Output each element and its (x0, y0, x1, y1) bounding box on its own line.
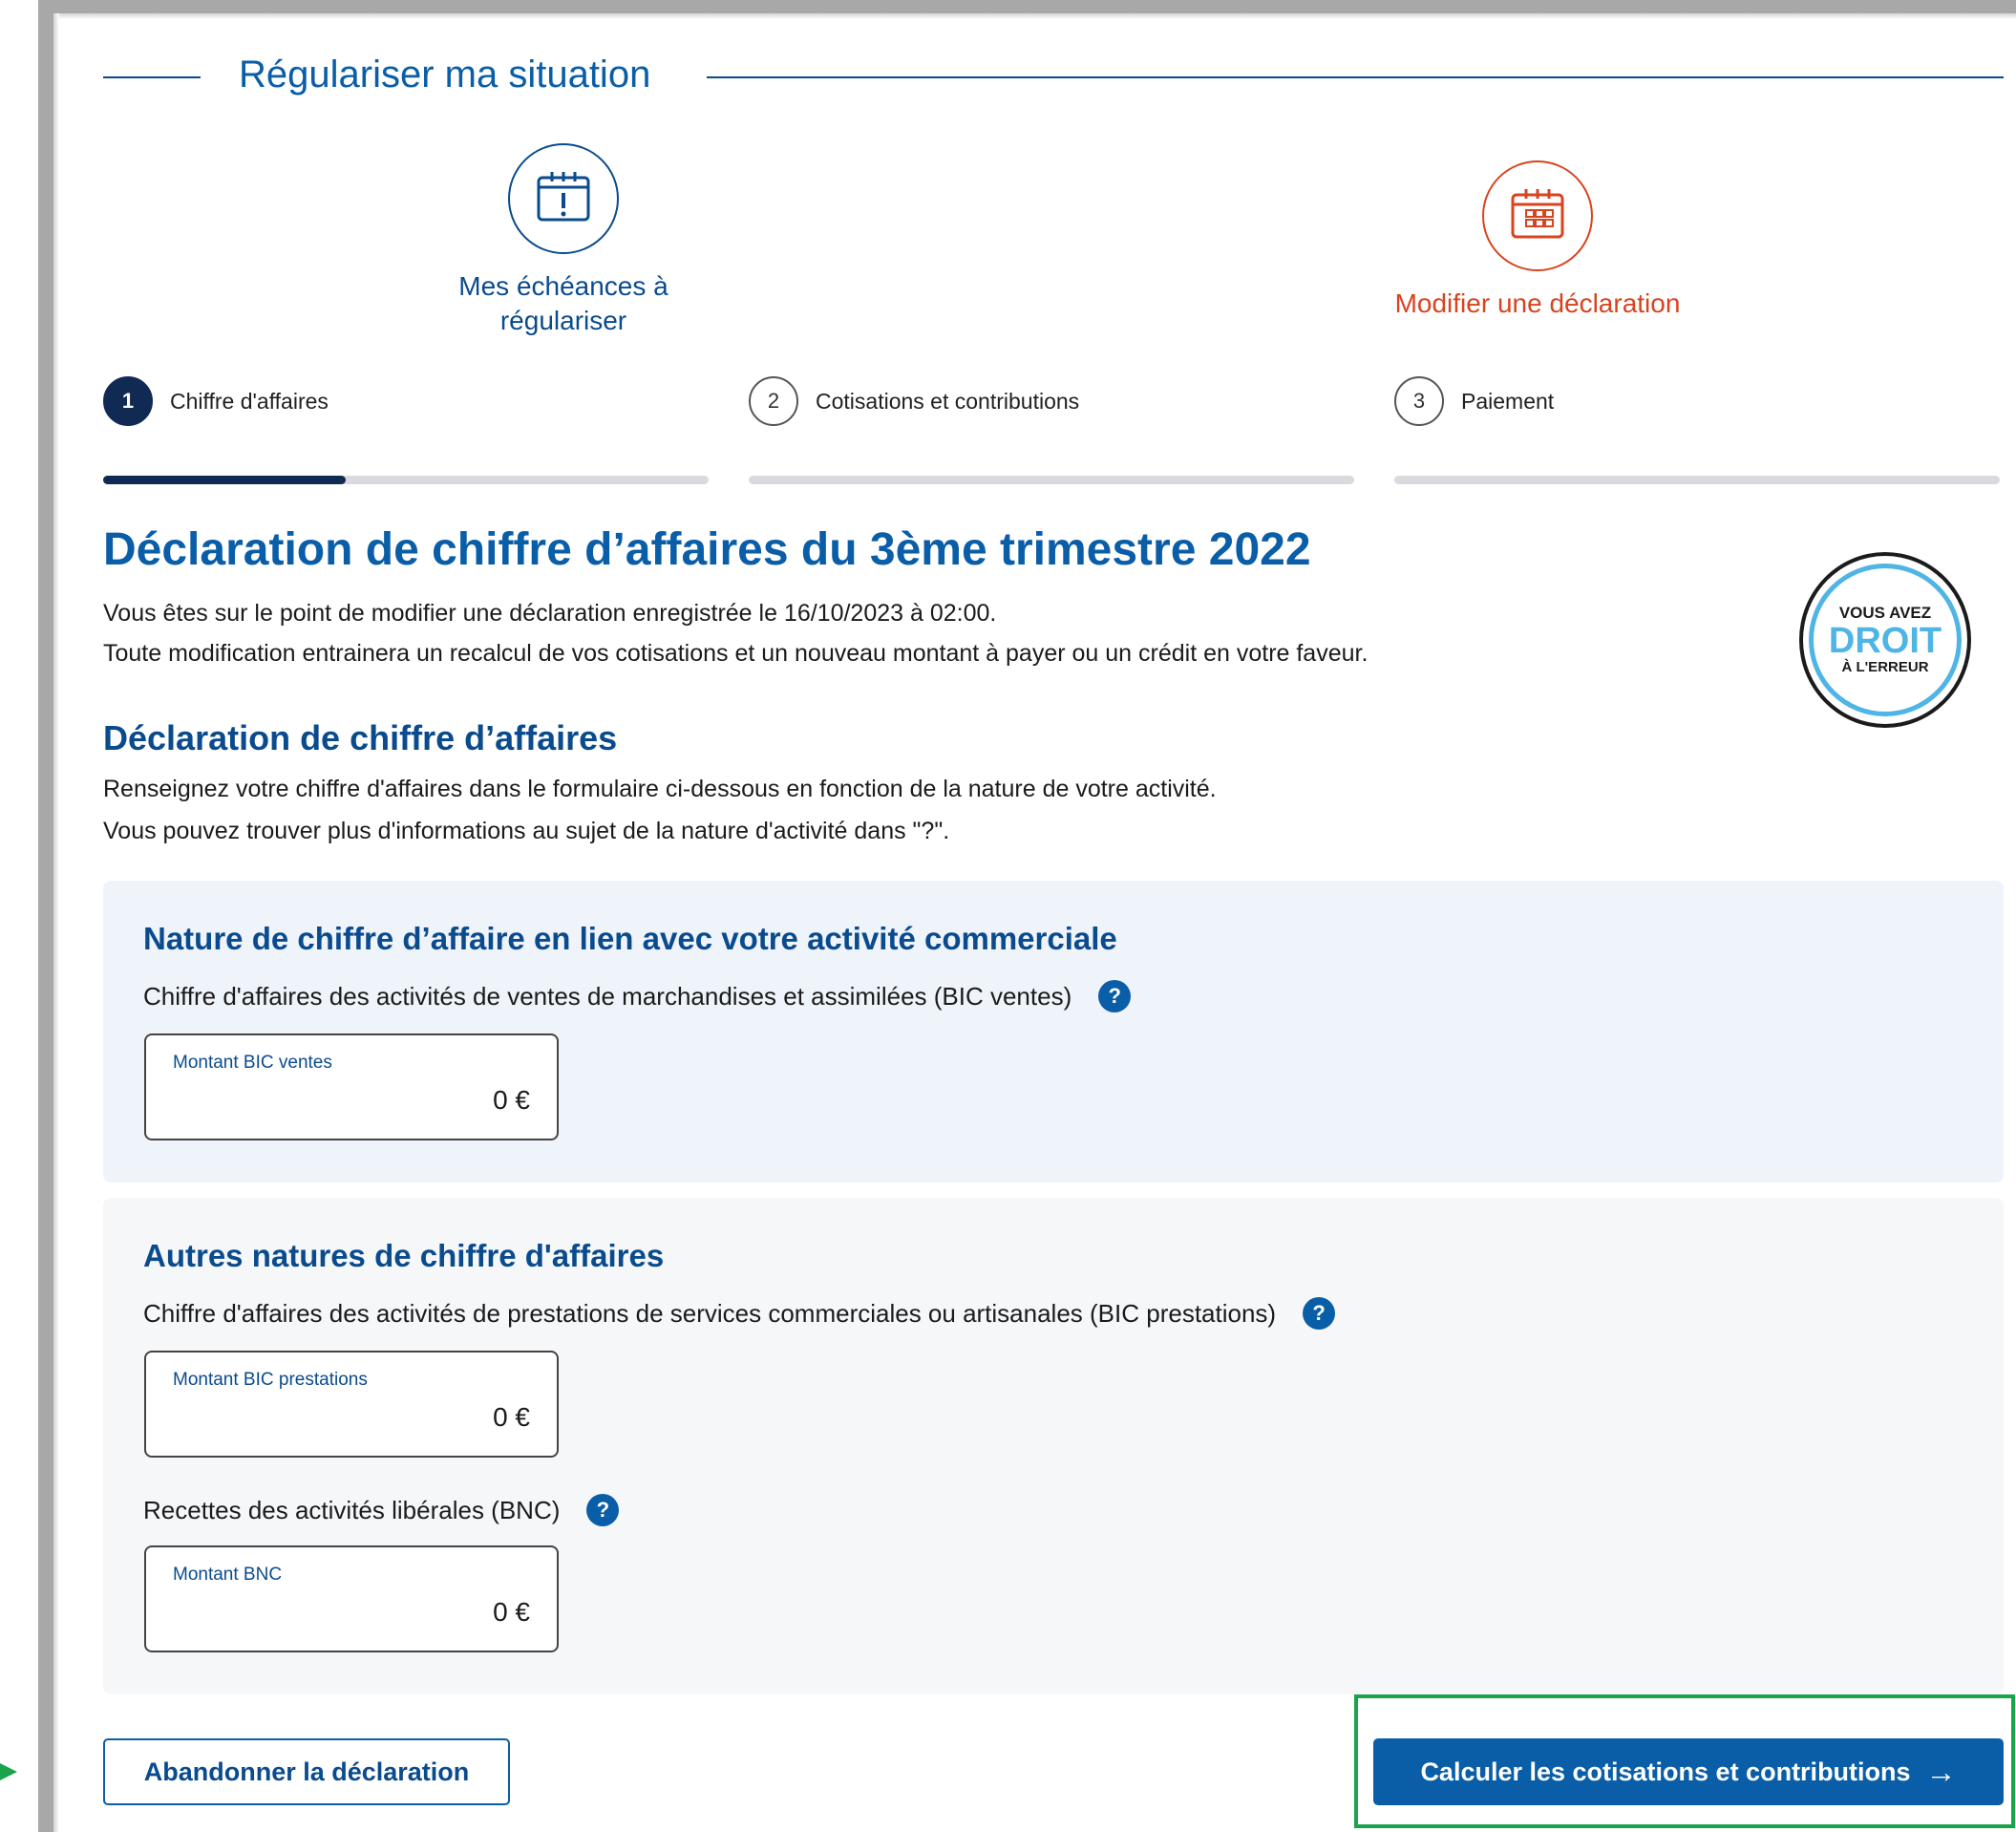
green-pointer-arrow-icon (0, 1763, 36, 1780)
section-header-line-right (707, 76, 2004, 78)
panel-title: Nature de chiffre d’affaire en lien avec… (143, 921, 1117, 956)
help-icon[interactable]: ? (1098, 980, 1132, 1012)
droit-erreur-badge: VOUS AVEZ DROIT À L'ERREUR (1799, 552, 1971, 728)
choice-label: Mes échéances à régulariser (458, 271, 668, 335)
step-paiement: 3 Paiement (1394, 376, 1554, 426)
panel-title: Autres natures de chiffre d'affaires (143, 1238, 665, 1273)
section-header: Régulariser ma situation (103, 46, 2004, 107)
page-title: Déclaration de chiffre d’affaires du 3èm… (103, 524, 1311, 575)
bic-ventes-input[interactable]: Montant BIC ventes 0 € (144, 1033, 559, 1140)
help-icon[interactable]: ? (586, 1494, 620, 1526)
badge-line-3: À L'ERREUR (1841, 659, 1929, 675)
help-icon[interactable]: ? (1303, 1297, 1336, 1330)
subintro-line-1: Renseignez votre chiffre d'affaires dans… (103, 776, 1217, 802)
input-label: Montant BIC ventes (173, 1053, 332, 1073)
progress-bar-step-3 (1394, 476, 2000, 484)
arrow-right-icon: → (1925, 1754, 1957, 1789)
intro-line-2: Toute modification entrainera un recalcu… (103, 640, 1369, 667)
step-label: Chiffre d'affaires (170, 388, 329, 414)
step-number: 2 (749, 376, 798, 426)
button-label: Calculer les cotisations et contribution… (1420, 1757, 1911, 1786)
panel-autres-natures: Autres natures de chiffre d'affaires Chi… (103, 1198, 2004, 1694)
choice-mes-echeances[interactable]: Mes échéances à régulariser (447, 143, 680, 338)
subintro-line-2: Vous pouvez trouver plus d'informations … (103, 818, 950, 844)
input-label: Montant BNC (173, 1565, 283, 1585)
section-subtitle: Déclaration de chiffre d’affaires (103, 718, 618, 757)
input-label: Montant BIC prestations (173, 1370, 368, 1390)
section-header-line-left (103, 76, 201, 78)
step-label: Cotisations et contributions (816, 388, 1080, 414)
badge-line-2: DROIT (1828, 621, 1942, 661)
progress-bar-fill (103, 476, 346, 484)
abandon-declaration-button[interactable]: Abandonner la déclaration (103, 1738, 510, 1805)
input-value: 0 € (493, 1597, 530, 1627)
panel-activite-commerciale: Nature de chiffre d’affaire en lien avec… (103, 881, 2004, 1182)
bnc-input[interactable]: Montant BNC 0 € (144, 1545, 559, 1652)
field-label-bic-prestations: Chiffre d'affaires des activités de pres… (143, 1297, 1336, 1330)
choice-label: Modifier une déclaration (1394, 288, 1681, 318)
field-label-text: Chiffre d'affaires des activités de pres… (143, 1298, 1277, 1328)
field-label-bic-ventes: Chiffre d'affaires des activités de vent… (143, 980, 1132, 1012)
choice-icon-circle (508, 143, 619, 254)
progress-bar-step-2 (749, 476, 1354, 484)
field-label-text: Recettes des activités libérales (BNC) (143, 1495, 561, 1524)
progress-bar-step-1 (103, 476, 709, 484)
field-label-text: Chiffre d'affaires des activités de vent… (143, 981, 1072, 1011)
intro-line-1: Vous êtes sur le point de modifier une d… (103, 600, 997, 627)
step-label: Paiement (1461, 388, 1555, 414)
step-chiffre-affaires: 1 Chiffre d'affaires (103, 376, 329, 426)
field-label-bnc: Recettes des activités libérales (BNC) ? (143, 1494, 620, 1526)
input-value: 0 € (493, 1085, 530, 1115)
step-number: 3 (1394, 376, 1444, 426)
screenshot-frame-left (38, 0, 53, 1832)
badge-inner-ring: VOUS AVEZ DROIT À L'ERREUR (1809, 564, 1962, 716)
section-title: Régulariser ma situation (239, 53, 651, 96)
choice-icon-circle (1482, 160, 1593, 271)
calculate-cotisations-button[interactable]: Calculer les cotisations et contribution… (1373, 1738, 2004, 1805)
input-value: 0 € (493, 1402, 530, 1432)
frame-shadow-top (53, 13, 2016, 19)
step-cotisations: 2 Cotisations et contributions (749, 376, 1079, 426)
calendar-grid-icon (1507, 183, 1568, 249)
frame-shadow-left (53, 13, 59, 1832)
step-number: 1 (103, 376, 153, 426)
calendar-alert-icon (533, 166, 594, 232)
screenshot-frame-top (38, 0, 2016, 13)
choice-modifier-declaration[interactable]: Modifier une déclaration (1375, 160, 1700, 321)
badge-line-1: VOUS AVEZ (1838, 604, 1932, 622)
bic-prestations-input[interactable]: Montant BIC prestations 0 € (144, 1351, 559, 1458)
